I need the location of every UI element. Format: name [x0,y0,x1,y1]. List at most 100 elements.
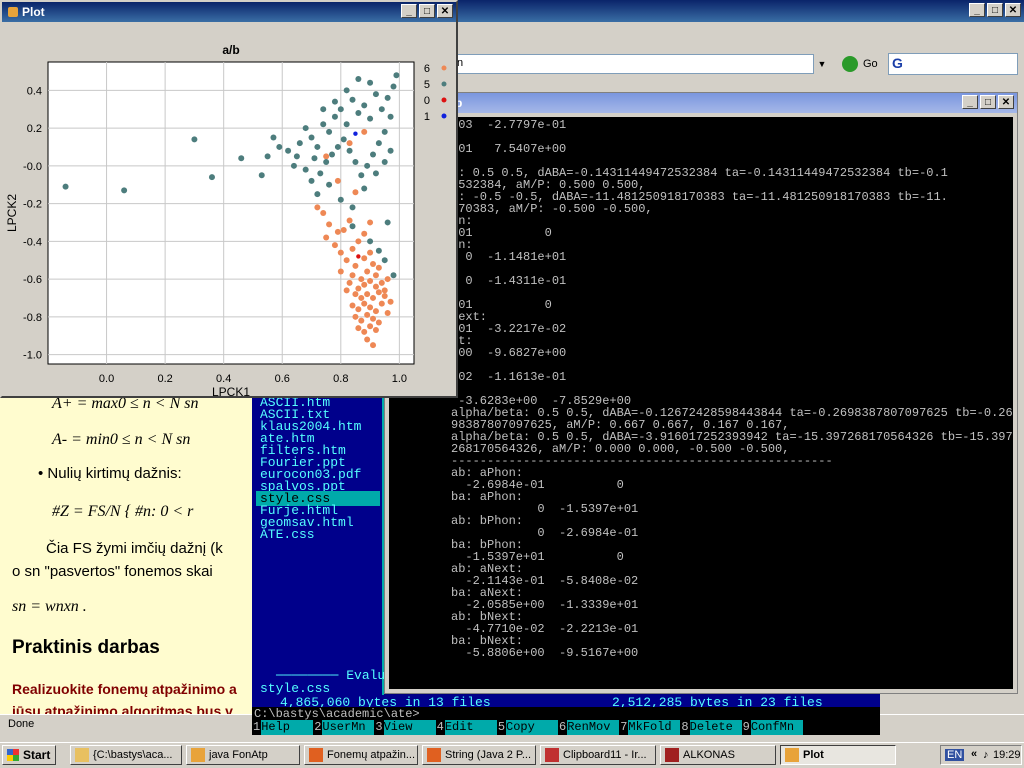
plot-window: Plot _ □ ✕ 0.0 0.2 0.4 0.6 0.8 1.0 0.4 0.2 -0.0 -… [0,0,458,398]
taskbar-item[interactable]: ALKONAS [660,745,776,765]
clock: 19:29 [993,749,1021,761]
data-point [355,75,362,82]
fkey-label: Edit [444,720,497,735]
taskbar-item[interactable]: Clipboard11 - Ir... [540,745,656,765]
data-point [191,136,198,143]
fkey-4[interactable]: 4 Edit [435,720,497,735]
data-point [352,189,359,196]
data-point [381,128,388,135]
paragraph-line-1: Čia FS žymi imčių dažnį (k [46,540,223,557]
data-point [323,234,330,241]
x-tick-label: 0.0 [99,373,114,385]
x-tick-label: 1.0 [392,373,407,385]
data-point [346,279,353,286]
taskbar-item[interactable]: java FonAtp [186,745,300,765]
data-point [361,185,368,192]
data-point [372,327,379,334]
start-button[interactable]: Start [2,745,56,765]
x-tick-label: 0.2 [157,373,172,385]
data-point [346,147,353,154]
current-file: style.css [260,681,331,696]
data-point [370,260,377,267]
data-point [381,257,388,264]
fkey-number: 9 [741,720,751,735]
taskbar-item-label: Clipboard11 - Ir... [563,749,647,761]
data-point [346,140,353,147]
volume-icon[interactable]: ♪ [983,749,989,761]
fkey-label: ConfMn [750,720,803,735]
maximize-icon[interactable]: □ [419,4,435,18]
file-list-item[interactable]: ATE.css [260,527,315,542]
minimize-icon[interactable]: _ [969,3,985,17]
data-point [364,311,371,318]
y-tick-label: -0.6 [23,274,42,286]
fkey-7[interactable]: 7 MkFold [619,720,681,735]
legend-label: 6 [424,63,430,75]
data-point [308,134,315,141]
fkey-2[interactable]: 2 UserMn [313,720,375,735]
minimize-icon[interactable]: _ [401,4,417,18]
data-point [381,287,388,294]
taskbar-item-label: java FonAtp [209,749,268,761]
data-point [353,131,358,136]
data-point [361,281,368,288]
maximize-icon[interactable]: □ [987,3,1003,17]
go-button[interactable]: Go [863,58,878,70]
data-point [314,143,321,150]
maximize-icon[interactable]: □ [980,95,996,109]
fkey-1[interactable]: 1 Help [252,720,314,735]
close-icon[interactable]: ✕ [437,4,453,18]
fkey-3[interactable]: 3 View [374,720,436,735]
tray-expand-icon[interactable]: « [971,748,977,760]
data-point [387,298,394,305]
fkey-number: 1 [252,720,262,735]
data-point [314,191,321,198]
data-point [264,153,271,160]
chart-title: a/b [222,43,239,57]
close-icon[interactable]: ✕ [998,95,1014,109]
data-point [285,147,292,154]
taskbar-item[interactable]: String (Java 2 P... [422,745,536,765]
data-point [352,291,359,298]
language-indicator[interactable]: EN [945,749,965,761]
command-line[interactable]: C:\bastys\academic\ate> [252,707,880,721]
data-point [355,325,362,332]
fkey-5[interactable]: 5 Copy [496,720,559,735]
fkey-8[interactable]: 8 Delete [680,720,742,735]
data-point [367,79,374,86]
data-point [355,238,362,245]
data-point [361,102,368,109]
data-point [349,302,356,309]
data-point [302,166,309,173]
taskbar-item-label: Fonemų atpažin... [327,749,416,761]
data-point [349,96,356,103]
google-search-input[interactable]: G [888,53,1018,75]
fkey-6[interactable]: 6 RenMov [558,720,620,735]
taskbar-item[interactable]: Fonemų atpažin... [304,745,418,765]
taskbar-item[interactable]: Plot [780,745,896,765]
data-point [367,304,374,311]
data-point [361,128,368,135]
data-point [334,177,341,184]
data-point [356,254,361,259]
address-input[interactable]: n [452,54,830,74]
y-tick-label: 0.4 [27,85,42,97]
close-icon[interactable]: ✕ [1005,3,1021,17]
go-icon[interactable] [842,56,858,72]
data-point [367,115,374,122]
data-point [329,151,336,158]
google-icon: G [892,55,903,71]
data-point [375,319,382,326]
address-dropdown-icon[interactable]: ▼ [813,54,830,74]
fkey-number: 7 [619,720,629,735]
data-point [121,187,128,194]
data-point [343,287,350,294]
fkey-9[interactable]: 9 ConfMn [741,720,803,735]
data-point [343,257,350,264]
taskbar-item[interactable]: {C:\bastys\aca... [70,745,182,765]
data-point [334,228,341,235]
minimize-icon[interactable]: _ [962,95,978,109]
fkey-number: 2 [313,720,323,735]
data-point [320,210,327,216]
windows-logo-icon [7,749,19,761]
